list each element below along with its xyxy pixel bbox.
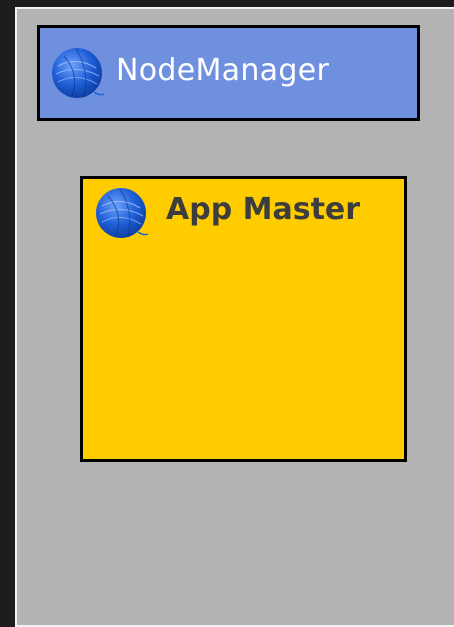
yarn-ball-icon [96, 188, 149, 238]
app-master-title: App Master [166, 192, 361, 227]
node-manager-title: NodeManager [116, 53, 330, 88]
node-manager-header: NodeManager [37, 25, 420, 121]
app-master-box: App Master [80, 176, 407, 462]
yarn-ball-icon [52, 48, 105, 98]
